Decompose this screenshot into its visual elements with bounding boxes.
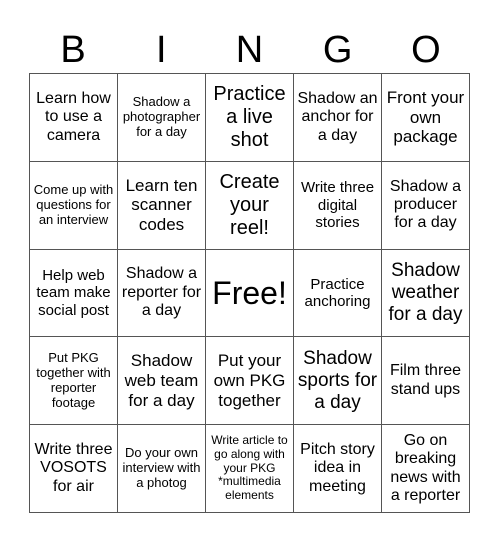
- header-letter-g: G: [322, 29, 353, 71]
- header-letter-o: O: [411, 29, 441, 71]
- bingo-cell[interactable]: Learn ten scanner codes: [118, 161, 206, 250]
- bingo-cell[interactable]: Shadow a photographer for a day: [118, 74, 206, 162]
- header-letter-n: N: [235, 29, 264, 71]
- bingo-cell[interactable]: Come up with questions for an interview: [30, 161, 118, 250]
- bingo-cell[interactable]: Do your own interview with a photog: [118, 425, 206, 513]
- bingo-cell[interactable]: Front your own package: [382, 74, 470, 162]
- bingo-cell[interactable]: Put your own PKG together: [206, 337, 294, 426]
- bingo-cell[interactable]: Shadow weather for a day: [382, 249, 470, 338]
- header-letter-b: B: [60, 29, 86, 71]
- bingo-cell[interactable]: Shadow web team for a day: [118, 337, 206, 426]
- bingo-cell[interactable]: Create your reel!: [206, 161, 294, 250]
- bingo-cell[interactable]: Learn how to use a camera: [30, 74, 118, 162]
- bingo-cell[interactable]: Help web team make social post: [30, 249, 118, 338]
- free-space[interactable]: Free!: [206, 249, 294, 338]
- bingo-cell[interactable]: Shadow a producer for a day: [382, 161, 470, 250]
- bingo-cell[interactable]: Shadow sports for a day: [294, 337, 382, 426]
- bingo-cell[interactable]: Put PKG together with reporter footage: [30, 337, 118, 426]
- bingo-cell[interactable]: Write three digital stories: [294, 161, 382, 250]
- bingo-grid: Learn how to use a camera Shadow a photo…: [29, 73, 470, 513]
- bingo-cell[interactable]: Shadow a reporter for a day: [118, 249, 206, 338]
- bingo-cell[interactable]: Write three VOSOTS for air: [30, 425, 118, 513]
- bingo-header: B I N G O: [29, 28, 470, 73]
- bingo-cell[interactable]: Practice anchoring: [294, 249, 382, 338]
- bingo-cell[interactable]: Shadow an anchor for a day: [294, 74, 382, 162]
- bingo-cell[interactable]: Pitch story idea in meeting: [294, 425, 382, 513]
- bingo-cell[interactable]: Go on breaking news with a reporter: [382, 425, 470, 513]
- bingo-cell[interactable]: Practice a live shot: [206, 74, 294, 162]
- bingo-cell[interactable]: Write article to go along with your PKG …: [206, 425, 294, 513]
- header-letter-i: I: [156, 29, 167, 71]
- bingo-cell[interactable]: Film three stand ups: [382, 337, 470, 426]
